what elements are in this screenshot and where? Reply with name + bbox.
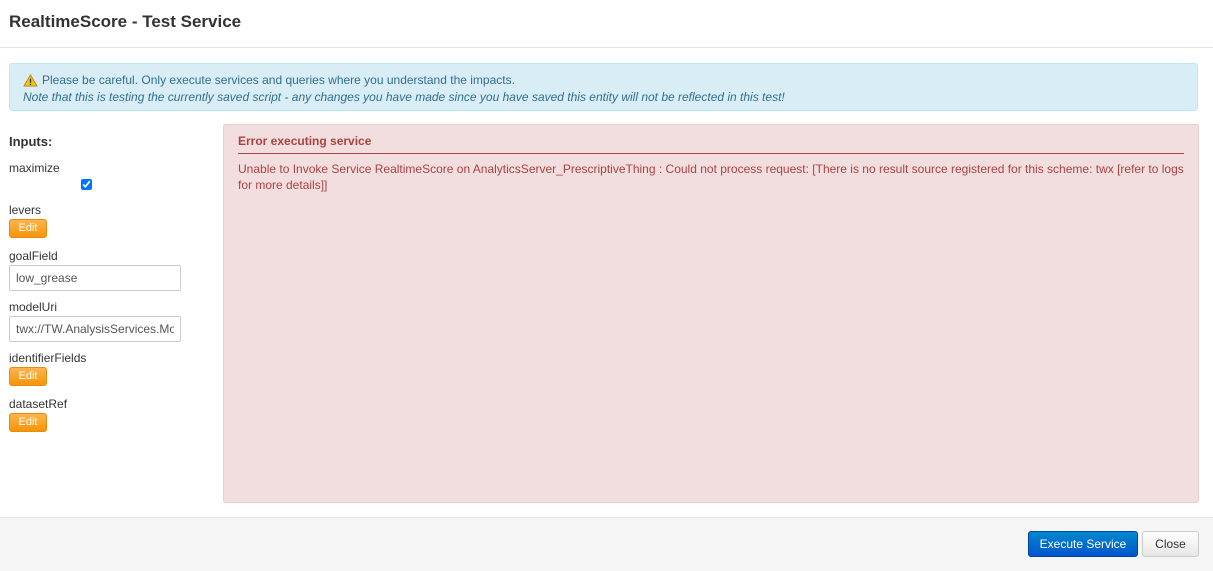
modeluri-label: modelUri <box>9 300 58 314</box>
modeluri-input[interactable] <box>9 316 181 342</box>
levers-label: levers <box>9 203 42 217</box>
warning-icon <box>23 73 38 87</box>
inputs-panel: Inputs: maximize levers Edit goalField m… <box>9 134 209 443</box>
dialog-footer: Execute Service Close <box>0 517 1213 571</box>
identifierfields-edit-button[interactable]: Edit <box>9 367 47 386</box>
error-title: Error executing service <box>238 134 1184 154</box>
warning-text: Please be careful. Only execute services… <box>42 73 515 87</box>
goalfield-input[interactable] <box>9 265 181 291</box>
maximize-checkbox[interactable] <box>81 179 92 190</box>
warning-note: Note that this is testing the currently … <box>23 90 785 104</box>
levers-edit-button[interactable]: Edit <box>9 219 47 238</box>
inputs-heading: Inputs: <box>9 134 53 149</box>
maximize-label: maximize <box>9 161 60 175</box>
goalfield-label: goalField <box>9 249 58 263</box>
execute-service-button[interactable]: Execute Service <box>1028 531 1138 557</box>
datasetref-edit-button[interactable]: Edit <box>9 413 47 432</box>
dialog-title: RealtimeScore - Test Service <box>9 12 242 31</box>
warning-alert: Please be careful. Only execute services… <box>9 63 1198 111</box>
dialog-header: RealtimeScore - Test Service <box>0 0 1213 48</box>
datasetref-label: datasetRef <box>9 397 68 411</box>
close-button[interactable]: Close <box>1142 531 1199 557</box>
error-panel: Error executing service Unable to Invoke… <box>223 124 1199 503</box>
error-message: Unable to Invoke Service RealtimeScore o… <box>238 162 1184 192</box>
identifierfields-label: identifierFields <box>9 351 87 365</box>
